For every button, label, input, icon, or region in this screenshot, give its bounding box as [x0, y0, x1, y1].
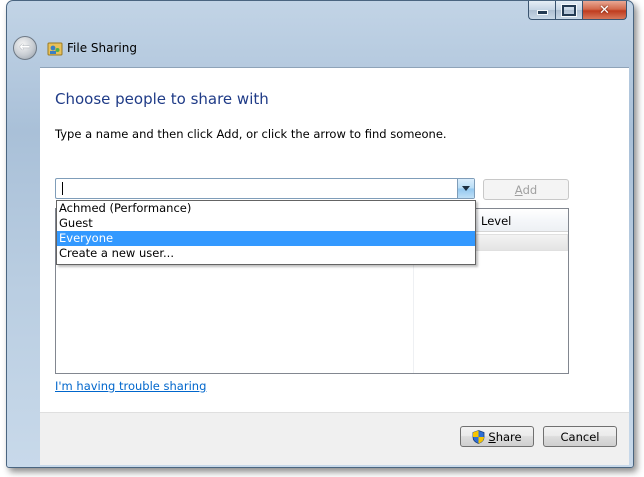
window-title: File Sharing: [67, 41, 137, 55]
add-button[interactable]: Add: [483, 179, 569, 200]
dropdown-option[interactable]: Guest: [57, 216, 475, 231]
share-button-accesskey: S: [488, 429, 496, 444]
minimize-icon: [536, 10, 548, 15]
file-sharing-icon: [47, 42, 63, 56]
maximize-button[interactable]: [555, 1, 582, 20]
share-button-label: hare: [495, 429, 522, 444]
minimize-button[interactable]: [528, 1, 555, 20]
close-button[interactable]: ✕: [582, 1, 627, 20]
cancel-button[interactable]: Cancel: [543, 426, 617, 447]
maximize-icon: [562, 4, 576, 16]
trouble-sharing-link[interactable]: I'm having trouble sharing: [55, 379, 206, 393]
back-arrow-icon: ←: [19, 40, 31, 55]
text-caret: [62, 182, 63, 195]
column-header-level[interactable]: Level: [481, 214, 511, 228]
chevron-down-icon: [462, 186, 470, 191]
dialog-footer: Share Cancel: [40, 412, 629, 465]
add-button-accesskey: A: [514, 182, 523, 197]
instruction-text: Type a name and then click Add, or click…: [55, 127, 447, 141]
dialog-content: Choose people to share with Type a name …: [40, 67, 629, 412]
name-dropdown-list[interactable]: Achmed (Performance) Guest Everyone Crea…: [56, 200, 476, 265]
add-button-label: dd: [522, 182, 538, 197]
cancel-button-label: Cancel: [560, 429, 600, 444]
close-icon: ✕: [599, 2, 610, 18]
name-combobox[interactable]: [55, 178, 475, 199]
dropdown-arrow-button[interactable]: [457, 179, 474, 198]
dropdown-option[interactable]: Create a new user...: [57, 246, 475, 261]
name-input[interactable]: [58, 180, 462, 197]
permission-level-cell[interactable]: [476, 234, 568, 251]
uac-shield-icon: [472, 429, 485, 444]
back-button[interactable]: ←: [13, 36, 37, 60]
dropdown-option-selected[interactable]: Everyone: [57, 231, 475, 246]
caption-buttons: ✕: [528, 1, 627, 20]
dropdown-option[interactable]: Achmed (Performance): [57, 201, 475, 216]
share-button[interactable]: Share: [460, 426, 534, 447]
page-title: Choose people to share with: [55, 90, 269, 108]
file-sharing-window: ✕ ← File Sharing Choose people to share …: [6, 0, 634, 468]
